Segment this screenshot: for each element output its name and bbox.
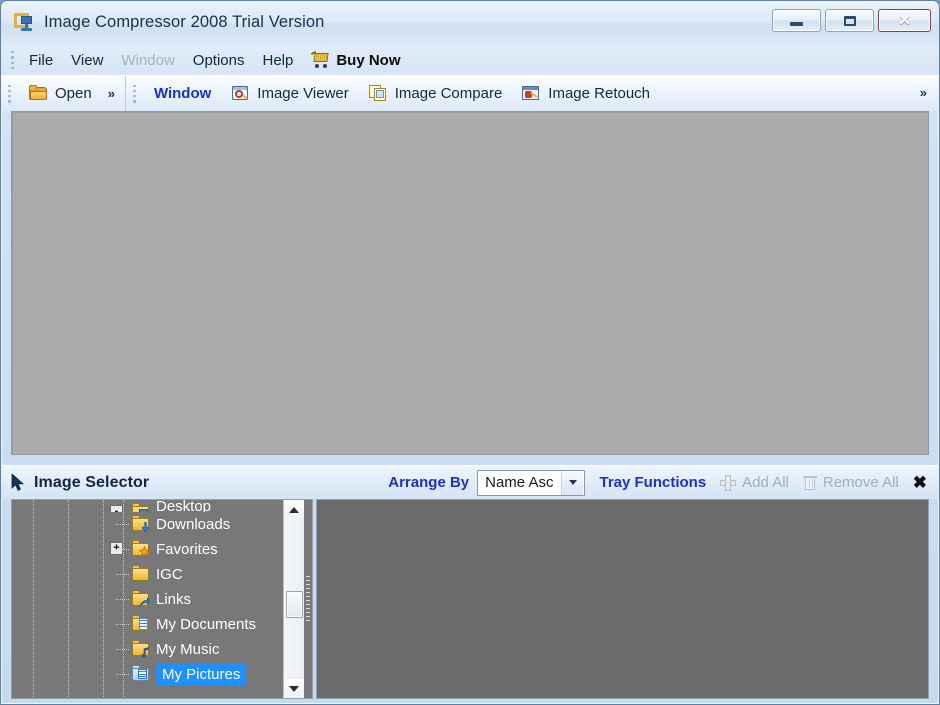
tree-label-igc: IGC bbox=[156, 566, 183, 583]
tree-node-favorites[interactable]: + Favorites bbox=[12, 537, 283, 562]
minimize-button[interactable] bbox=[772, 9, 821, 32]
trash-icon bbox=[802, 475, 817, 491]
menu-item-view[interactable]: View bbox=[62, 49, 112, 72]
folder-favorites-icon bbox=[132, 540, 151, 557]
close-icon: ✕ bbox=[898, 12, 911, 29]
toolbar: Open » Window Image Viewer Image Compare bbox=[1, 75, 939, 111]
application-window: Image Compressor 2008 Trial Version ✕ Fi… bbox=[0, 0, 940, 705]
shopping-cart-icon bbox=[311, 50, 330, 68]
tray-functions-label: Tray Functions bbox=[599, 474, 707, 491]
tree-label-my-pictures: My Pictures bbox=[156, 664, 247, 685]
tree-node-desktop[interactable]: - Desktop bbox=[12, 500, 283, 512]
buy-now-label: Buy Now bbox=[336, 51, 401, 69]
toolbar-overflow-chevron[interactable]: » bbox=[916, 85, 931, 100]
tree-expander-desktop[interactable]: - bbox=[110, 505, 123, 512]
image-viewer-label: Image Viewer bbox=[257, 85, 349, 102]
tree-node-my-documents[interactable]: My Documents bbox=[12, 612, 283, 637]
bottom-panes: - Desktop Downloads + Favorites IGC Link… bbox=[1, 499, 939, 699]
tree-node-links[interactable]: Links bbox=[12, 587, 283, 612]
image-selector-bar: Image Selector Arrange By Name Asc Tray … bbox=[1, 465, 939, 499]
tree-label-links: Links bbox=[156, 591, 192, 608]
image-viewer-button[interactable]: Image Viewer bbox=[223, 82, 356, 105]
tree-node-my-pictures[interactable]: My Pictures bbox=[12, 662, 283, 687]
canvas-wrapper bbox=[1, 111, 939, 455]
scrollbar-thumb[interactable] bbox=[285, 591, 303, 618]
image-retouch-label: Image Retouch bbox=[548, 85, 651, 102]
add-all-button: Add All bbox=[720, 474, 789, 491]
folder-links-icon bbox=[132, 590, 151, 607]
folder-pictures-icon bbox=[132, 665, 151, 682]
menu-item-file[interactable]: File bbox=[20, 49, 62, 72]
image-compare-icon bbox=[368, 85, 388, 102]
image-compare-button[interactable]: Image Compare bbox=[361, 82, 511, 105]
image-selector-title: Image Selector bbox=[34, 473, 150, 491]
image-retouch-button[interactable]: Image Retouch bbox=[514, 82, 658, 105]
open-label: Open bbox=[55, 85, 92, 102]
title-bar-left: Image Compressor 2008 Trial Version bbox=[14, 12, 324, 33]
arrange-by-value: Name Asc bbox=[485, 474, 554, 491]
folder-music-icon bbox=[132, 640, 151, 658]
mouse-pointer-icon bbox=[11, 474, 25, 491]
image-workspace-canvas[interactable] bbox=[11, 111, 929, 455]
menu-item-buy-now[interactable]: Buy Now bbox=[302, 49, 409, 72]
scrollbar-track[interactable] bbox=[283, 519, 305, 679]
scroll-down-arrow[interactable] bbox=[283, 679, 305, 698]
file-toolbar: Open » bbox=[1, 76, 126, 111]
menu-grip[interactable] bbox=[9, 51, 16, 69]
folder-open-icon bbox=[29, 85, 48, 102]
image-retouch-icon bbox=[522, 85, 541, 102]
title-bar: Image Compressor 2008 Trial Version ✕ bbox=[1, 1, 939, 45]
tree-node-igc[interactable]: IGC bbox=[12, 562, 283, 587]
folder-tree-pane: - Desktop Downloads + Favorites IGC Link… bbox=[11, 499, 313, 699]
tree-node-downloads[interactable]: Downloads bbox=[12, 512, 283, 537]
image-viewer-icon bbox=[231, 85, 250, 102]
window-controls: ✕ bbox=[772, 9, 931, 32]
tree-label-my-documents: My Documents bbox=[156, 616, 257, 633]
maximize-button[interactable] bbox=[825, 9, 874, 32]
file-toolbar-overflow-chevron[interactable]: » bbox=[104, 86, 119, 101]
folder-tree[interactable]: - Desktop Downloads + Favorites IGC Link… bbox=[12, 500, 283, 698]
tree-label-favorites: Favorites bbox=[156, 541, 218, 558]
menu-item-window: Window bbox=[121, 51, 175, 69]
menu-item-options[interactable]: Options bbox=[184, 49, 254, 72]
window-toolbar-grip[interactable] bbox=[131, 84, 138, 103]
file-toolbar-grip[interactable] bbox=[6, 84, 13, 103]
status-strip bbox=[1, 699, 939, 704]
close-selector-icon[interactable]: ✖ bbox=[913, 473, 927, 493]
pane-splitter[interactable] bbox=[304, 500, 312, 698]
plus-icon bbox=[720, 474, 737, 491]
folder-documents-icon bbox=[132, 615, 151, 632]
folder-tree-scrollbar[interactable] bbox=[283, 500, 305, 698]
window-toolbar: Window Image Viewer Image Compare Image … bbox=[125, 76, 939, 111]
folder-desktop-icon bbox=[132, 503, 151, 512]
open-button[interactable]: Open bbox=[21, 82, 100, 105]
tree-label-desktop: Desktop bbox=[156, 500, 212, 512]
folder-downloads-icon bbox=[132, 515, 151, 533]
add-all-label: Add All bbox=[742, 474, 789, 491]
menu-bar: File View Window Options Help Buy Now bbox=[1, 45, 939, 75]
window-title: Image Compressor 2008 Trial Version bbox=[44, 13, 325, 31]
tree-node-my-music[interactable]: My Music bbox=[12, 637, 283, 662]
menu-item-help[interactable]: Help bbox=[253, 49, 302, 72]
image-compare-label: Image Compare bbox=[394, 85, 503, 102]
chevron-down-icon[interactable] bbox=[561, 470, 584, 495]
remove-all-button: Remove All bbox=[802, 474, 899, 491]
monitor-icon bbox=[14, 12, 35, 33]
arrange-by-label: Arrange By bbox=[388, 474, 470, 491]
tree-label-my-music: My Music bbox=[156, 641, 220, 658]
folder-icon bbox=[132, 565, 151, 582]
remove-all-label: Remove All bbox=[822, 474, 899, 491]
window-toolbar-label: Window bbox=[153, 85, 212, 102]
scroll-up-arrow[interactable] bbox=[283, 500, 305, 519]
tree-label-downloads: Downloads bbox=[156, 516, 231, 533]
close-button[interactable]: ✕ bbox=[878, 9, 931, 32]
image-tray-pane[interactable] bbox=[316, 499, 929, 699]
arrange-by-select[interactable]: Name Asc bbox=[477, 469, 586, 496]
